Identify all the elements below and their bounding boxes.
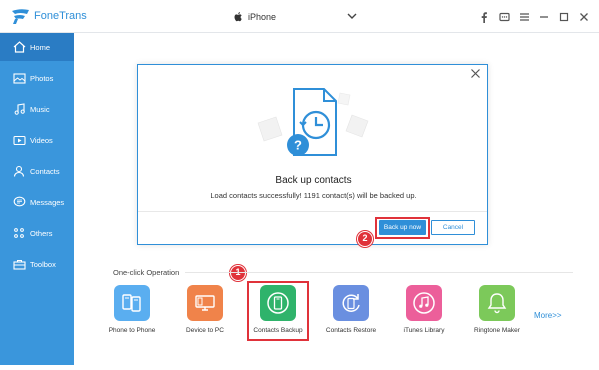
app-name: FoneTrans <box>34 10 87 22</box>
section-divider <box>185 272 573 273</box>
tool-ringtone-maker[interactable]: Ringtone Maker <box>462 285 532 345</box>
maximize-icon[interactable] <box>557 10 571 24</box>
sidebar-item-home[interactable]: Home <box>0 33 74 61</box>
step-1-badge: 1 <box>230 265 246 281</box>
tool-device-to-pc[interactable]: Device to PC <box>170 285 240 345</box>
menu-icon[interactable] <box>517 10 531 24</box>
sidebar-item-messages[interactable]: Messages <box>0 188 74 216</box>
sidebar-item-label: Videos <box>30 135 53 145</box>
tool-itunes-library[interactable]: iTunes Library <box>389 285 459 345</box>
contacts-backup-icon <box>260 285 296 321</box>
videos-icon <box>12 133 26 147</box>
photos-icon <box>12 71 26 85</box>
one-click-label: One-click Operation <box>113 268 180 277</box>
sidebar-item-videos[interactable]: Videos <box>0 126 74 154</box>
messages-icon <box>12 195 26 209</box>
contacts-icon <box>12 164 26 178</box>
tool-label: Contacts Backup <box>253 327 303 334</box>
sidebar-item-contacts[interactable]: Contacts <box>0 157 74 185</box>
sidebar-item-label: Toolbox <box>30 259 56 269</box>
more-link[interactable]: More>> <box>534 311 562 320</box>
step-2-badge: 2 <box>357 231 373 247</box>
dialog-divider <box>138 211 487 212</box>
home-icon <box>12 40 26 54</box>
minimize-icon[interactable] <box>537 10 551 24</box>
backup-contacts-dialog: ? Back up contacts Load contacts success… <box>137 64 488 245</box>
tool-label: Phone to Phone <box>108 327 156 334</box>
tool-contacts-backup[interactable]: Contacts Backup <box>243 285 313 345</box>
cancel-button[interactable]: Cancel <box>431 220 475 235</box>
phone-to-phone-icon <box>114 285 150 321</box>
apple-icon <box>234 12 242 22</box>
dialog-title: Back up contacts <box>275 175 352 186</box>
window-controls <box>471 10 591 24</box>
sidebar-item-music[interactable]: Music <box>0 95 74 123</box>
itunes-library-icon <box>406 285 442 321</box>
close-icon[interactable] <box>577 10 591 24</box>
tool-phone-to-phone[interactable]: Phone to Phone <box>97 285 167 345</box>
app-brand: FoneTrans <box>10 8 87 24</box>
sidebar: Home Photos Music Videos Contacts Messag… <box>0 33 74 365</box>
tool-contacts-restore[interactable]: Contacts Restore <box>316 285 386 345</box>
device-selector[interactable]: iPhone <box>233 7 361 27</box>
tool-label: iTunes Library <box>403 327 445 334</box>
contacts-restore-icon <box>333 285 369 321</box>
sidebar-item-toolbox[interactable]: Toolbox <box>0 250 74 278</box>
contacts-backup-illustration-icon: ? <box>257 88 369 156</box>
sidebar-item-photos[interactable]: Photos <box>0 64 74 92</box>
sidebar-item-others[interactable]: Others <box>0 219 74 247</box>
music-icon <box>12 102 26 116</box>
back-up-now-button[interactable]: Back up now <box>379 220 426 235</box>
chat-icon[interactable] <box>497 10 511 24</box>
sidebar-item-label: Messages <box>30 197 65 207</box>
tool-label: Contacts Restore <box>325 327 377 334</box>
tool-label: Device to PC <box>186 327 224 334</box>
others-icon <box>12 226 26 240</box>
dialog-message: Load contacts successfully! 1191 contact… <box>210 191 417 200</box>
sidebar-item-label: Photos <box>30 73 54 83</box>
close-icon[interactable] <box>470 68 481 79</box>
sidebar-item-label: Others <box>30 228 53 238</box>
sidebar-item-label: Music <box>30 104 50 114</box>
device-name: iPhone <box>248 12 277 22</box>
tool-label: Ringtone Maker <box>474 327 520 334</box>
ringtone-maker-icon <box>479 285 515 321</box>
chevron-down-icon[interactable] <box>347 12 357 20</box>
device-to-pc-icon <box>187 285 223 321</box>
toolbox-icon <box>12 257 26 271</box>
sidebar-item-label: Home <box>30 42 51 52</box>
fonetrans-logo-icon <box>12 9 29 24</box>
facebook-icon[interactable] <box>477 10 491 24</box>
title-bar: FoneTrans iPhone <box>0 0 599 33</box>
sidebar-item-label: Contacts <box>30 166 60 176</box>
svg-text:?: ? <box>294 138 302 153</box>
